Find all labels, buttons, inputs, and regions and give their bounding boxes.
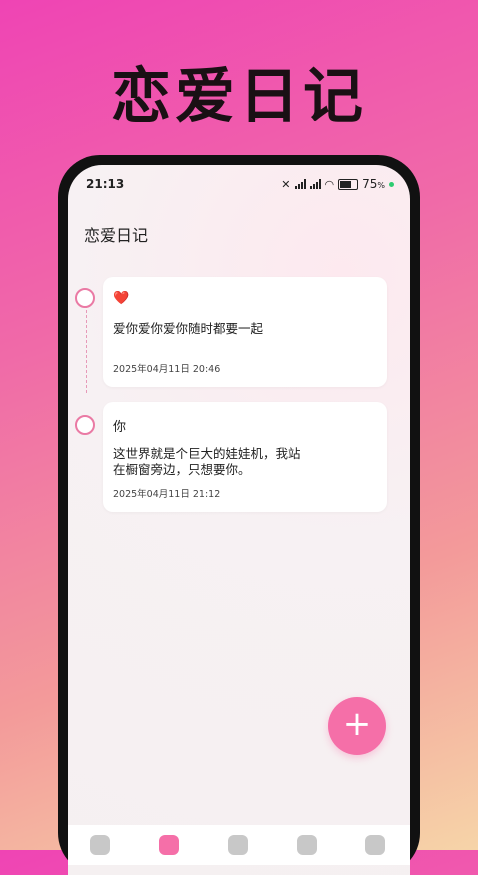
page-title: 恋爱日记 [84,226,149,245]
diary-icon[interactable] [159,835,179,855]
signal-icon [294,179,306,189]
timeline-node [75,288,95,308]
timeline-node [75,415,95,435]
message-icon[interactable] [297,835,317,855]
status-dot [389,181,394,187]
diary-entry-card[interactable]: ❤️ 爱你爱你爱你随时都要一起 2025年04月11日 20:46 [103,277,387,387]
status-time: 21:13 [86,177,125,191]
entry-date: 2025年04月11日 20:46 [113,364,221,375]
wifi-icon: ◠ [324,177,335,191]
timeline-line [86,305,87,393]
bottom-tab-bar [68,825,410,865]
status-icons: ✕ ◠ 75% [281,177,394,191]
diary-entry-card[interactable]: 你 这世界就是个巨大的娃娃机，我站 在橱窗旁边，只想要你。 2025年04月11… [103,402,387,512]
entry-text: 这世界就是个巨大的娃娃机，我站 在橱窗旁边，只想要你。 [113,446,301,477]
add-entry-button[interactable]: + [328,697,386,755]
entry-date: 2025年04月11日 21:12 [113,489,221,500]
entry-title: ❤️ [113,291,130,306]
promo-title: 恋爱日记 [111,62,367,132]
profile-icon[interactable] [365,835,385,855]
app-screen: 21:13 ✕ ◠ 75% 恋爱日记 ❤️ 爱你爱你爱你随时都要一起 2025年… [68,165,410,875]
album-icon[interactable] [228,835,248,855]
entry-text: 爱你爱你爱你随时都要一起 [113,321,264,336]
phone-frame: 21:13 ✕ ◠ 75% 恋爱日记 ❤️ 爱你爱你爱你随时都要一起 2025年… [58,155,420,875]
battery-icon [338,178,359,190]
battery-percent: 75% [362,177,385,191]
signal-icon-2 [309,179,321,189]
entry-title: 你 [113,420,127,435]
status-bar: 21:13 ✕ ◠ 75% [68,177,410,197]
nfc-icon: ✕ [281,177,291,191]
home-icon[interactable] [90,835,110,855]
